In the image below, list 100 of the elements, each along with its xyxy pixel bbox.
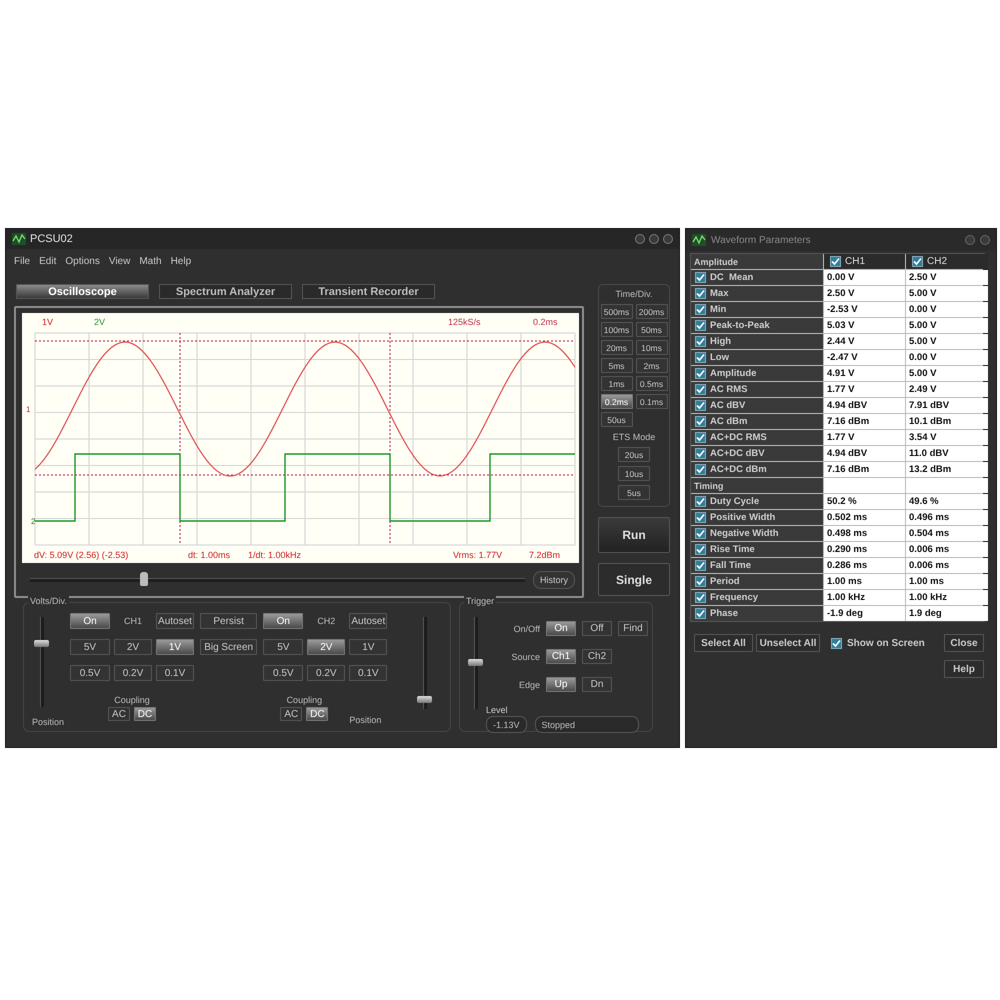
time-div-button[interactable]: 5ms <box>600 358 632 373</box>
checkbox[interactable] <box>695 272 706 283</box>
checkbox[interactable] <box>695 368 706 379</box>
autoset-button[interactable]: Autoset <box>156 613 194 629</box>
checkbox[interactable] <box>695 400 706 411</box>
coupling-button[interactable]: DC <box>134 707 156 721</box>
run-button[interactable]: Run <box>598 517 670 553</box>
unselect-all-button[interactable]: Unselect All <box>756 634 820 652</box>
ets-button[interactable]: 10us <box>618 466 650 481</box>
autoset-button[interactable]: Autoset <box>349 613 388 629</box>
checkbox[interactable] <box>695 544 706 555</box>
volts-button[interactable]: 0.2V <box>114 665 152 681</box>
volts-button[interactable]: 0.1V <box>156 665 194 681</box>
time-div-button[interactable]: 50us <box>600 412 632 427</box>
coupling-button[interactable]: AC <box>280 707 302 721</box>
time-div-button[interactable]: 20ms <box>600 340 632 355</box>
value-cell: 0.504 ms <box>906 526 988 541</box>
close-button[interactable]: Close <box>944 634 984 652</box>
checkbox[interactable] <box>695 512 706 523</box>
checkbox[interactable] <box>695 560 706 571</box>
time-div-button[interactable]: 500ms <box>600 304 632 319</box>
menu-item[interactable]: Options <box>65 256 100 266</box>
checkbox[interactable] <box>695 416 706 427</box>
column-title: CH2 <box>927 256 948 267</box>
time-div-button[interactable]: 200ms <box>636 304 668 319</box>
trigger-button[interactable]: Up <box>546 677 576 692</box>
status-field: Stopped <box>534 716 639 733</box>
tab[interactable]: Transient Recorder <box>302 284 435 299</box>
checkbox[interactable] <box>695 384 706 395</box>
time-div-button[interactable]: 2ms <box>636 358 668 373</box>
time-div-button[interactable]: 50ms <box>636 322 668 337</box>
checkbox[interactable] <box>695 336 706 347</box>
volts-button[interactable]: 1V <box>156 639 194 655</box>
parameter-label: Phase <box>710 608 738 619</box>
time-div-button[interactable]: 0.5ms <box>636 376 668 391</box>
single-button[interactable]: Single <box>598 563 670 596</box>
tab[interactable]: Spectrum Analyzer <box>159 284 292 299</box>
checkbox[interactable] <box>695 528 706 539</box>
volts-button[interactable]: 5V <box>263 639 304 655</box>
value-cell: 4.91 V <box>824 366 905 381</box>
time-div-button[interactable]: 0.1ms <box>636 394 668 409</box>
history-button[interactable]: History <box>532 570 575 588</box>
volts-button[interactable]: 2V <box>114 639 152 655</box>
volts-button[interactable]: 1V <box>349 639 388 655</box>
channel-on-button[interactable]: On <box>263 613 304 629</box>
volts-button[interactable]: 0.5V <box>263 665 304 681</box>
checkbox[interactable] <box>695 432 706 443</box>
checkbox[interactable] <box>695 464 706 475</box>
channel-on-button[interactable]: On <box>70 613 110 629</box>
find-button[interactable]: Find <box>618 621 648 636</box>
checkbox[interactable] <box>695 352 706 363</box>
persist-button[interactable]: Persist <box>200 613 258 629</box>
slider-thumb[interactable] <box>468 659 483 666</box>
checkbox[interactable] <box>695 608 706 619</box>
select-all-button[interactable]: Select All <box>694 634 753 652</box>
checkbox[interactable] <box>831 638 842 648</box>
menu-item[interactable]: File <box>14 256 30 266</box>
checkbox[interactable] <box>695 592 706 603</box>
checkbox[interactable] <box>695 304 706 315</box>
trigger-button[interactable]: Off <box>582 621 612 636</box>
checkbox[interactable] <box>695 448 706 459</box>
trigger-button[interactable]: On <box>546 621 576 636</box>
time-div-button[interactable]: 1ms <box>600 376 632 391</box>
time-div-button[interactable]: 100ms <box>600 322 632 337</box>
position-label: Position <box>349 715 382 725</box>
app-icon <box>12 233 26 245</box>
volts-button[interactable]: 5V <box>70 639 110 655</box>
menu-item[interactable]: View <box>108 256 130 266</box>
ets-button[interactable]: 20us <box>618 447 650 462</box>
big-screen-button[interactable]: Big Screen <box>200 639 258 655</box>
menu-item[interactable]: Edit <box>39 256 56 266</box>
trigger-button[interactable]: Ch1 <box>546 649 576 664</box>
checkbox[interactable] <box>695 288 706 299</box>
tab[interactable]: Oscilloscope <box>16 284 149 299</box>
help-button[interactable]: Help <box>944 660 984 678</box>
channel-marker: 2 <box>31 517 36 526</box>
volts-button[interactable]: 2V <box>307 639 346 655</box>
slider-thumb[interactable] <box>417 696 432 703</box>
trigger-button[interactable]: Ch2 <box>582 649 612 664</box>
checkbox[interactable] <box>912 256 923 267</box>
time-div-button[interactable]: 0.2ms <box>600 394 632 409</box>
trigger-button[interactable]: Dn <box>582 677 612 692</box>
menu-item[interactable]: Help <box>170 256 192 266</box>
volts-button[interactable]: 0.1V <box>349 665 388 681</box>
checkbox[interactable] <box>695 320 706 331</box>
checkbox[interactable] <box>695 576 706 587</box>
scroll-thumb[interactable] <box>140 572 148 586</box>
time-div-button[interactable]: 10ms <box>636 340 668 355</box>
coupling-button[interactable]: AC <box>108 707 130 721</box>
volts-button[interactable]: 0.2V <box>307 665 346 681</box>
coupling-button[interactable]: DC <box>306 707 328 721</box>
parameter-label: AC+DC dBm <box>710 464 767 475</box>
checkbox[interactable] <box>695 496 706 507</box>
slider-thumb[interactable] <box>34 640 49 647</box>
ets-button[interactable]: 5us <box>618 485 650 500</box>
value-cell: 10.1 dBm <box>906 414 988 429</box>
menu-item[interactable]: Math <box>139 256 162 266</box>
coupling-label: Coupling <box>114 695 150 705</box>
checkbox[interactable] <box>830 256 841 267</box>
volts-button[interactable]: 0.5V <box>70 665 110 681</box>
